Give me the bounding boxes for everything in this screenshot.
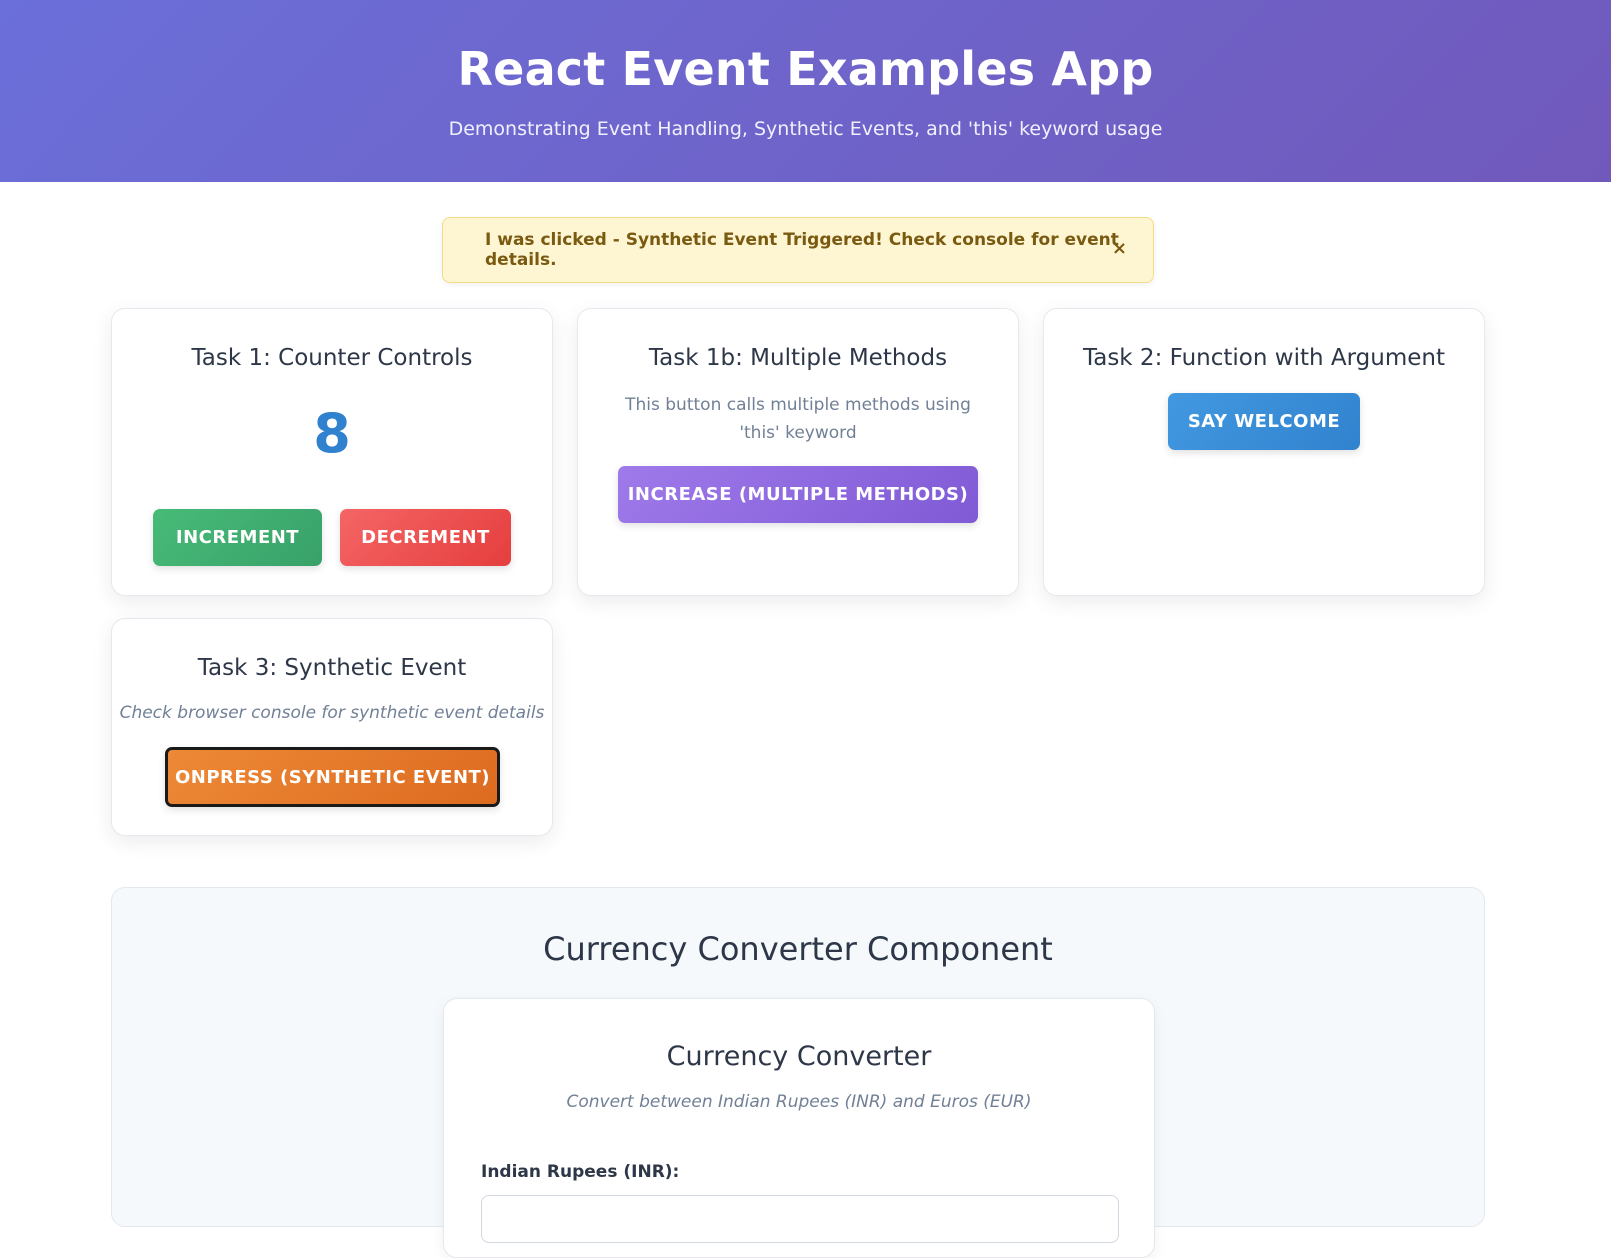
alert-banner: I was clicked - Synthetic Event Triggere… bbox=[442, 217, 1154, 283]
task3-title: Task 3: Synthetic Event bbox=[197, 655, 467, 681]
increment-button[interactable]: INCREMENT bbox=[153, 509, 322, 566]
increase-multiple-methods-button[interactable]: INCREASE (MULTIPLE METHODS) bbox=[618, 466, 978, 523]
alert-message: I was clicked - Synthetic Event Triggere… bbox=[485, 230, 1119, 270]
page-subtitle: Demonstrating Event Handling, Synthetic … bbox=[448, 118, 1163, 140]
currency-converter-card: Currency Converter Convert between India… bbox=[443, 998, 1155, 1258]
counter-value: 8 bbox=[313, 402, 351, 465]
app-header: React Event Examples App Demonstrating E… bbox=[0, 0, 1611, 182]
task1b-description: This button calls multiple methods using… bbox=[625, 395, 971, 443]
task1-title: Task 1: Counter Controls bbox=[191, 345, 473, 371]
task2-card: Task 2: Function with Argument SAY WELCO… bbox=[1043, 308, 1485, 596]
close-icon[interactable]: × bbox=[1112, 238, 1127, 259]
task1b-card: Task 1b: Multiple Methods This button ca… bbox=[577, 308, 1019, 596]
task1-card: Task 1: Counter Controls 8 INCREMENT DEC… bbox=[111, 308, 553, 596]
currency-card-subtitle: Convert between Indian Rupees (INR) and … bbox=[566, 1092, 1032, 1112]
decrement-button[interactable]: DECREMENT bbox=[340, 509, 511, 566]
say-welcome-button[interactable]: SAY WELCOME bbox=[1168, 393, 1360, 450]
currency-section-title: Currency Converter Component bbox=[543, 930, 1053, 968]
task2-title: Task 2: Function with Argument bbox=[1082, 345, 1445, 371]
currency-card-title: Currency Converter bbox=[666, 1041, 932, 1072]
task3-description: Check browser console for synthetic even… bbox=[119, 703, 545, 723]
task3-card: Task 3: Synthetic Event Check browser co… bbox=[111, 618, 553, 836]
task1b-title: Task 1b: Multiple Methods bbox=[648, 345, 948, 371]
onpress-synthetic-event-button[interactable]: ONPRESS (SYNTHETIC EVENT) bbox=[165, 747, 500, 807]
inr-input[interactable] bbox=[481, 1195, 1119, 1243]
currency-converter-section: Currency Converter Component Currency Co… bbox=[111, 887, 1485, 1258]
page-title: React Event Examples App bbox=[457, 42, 1154, 96]
inr-label: Indian Rupees (INR): bbox=[481, 1162, 680, 1182]
